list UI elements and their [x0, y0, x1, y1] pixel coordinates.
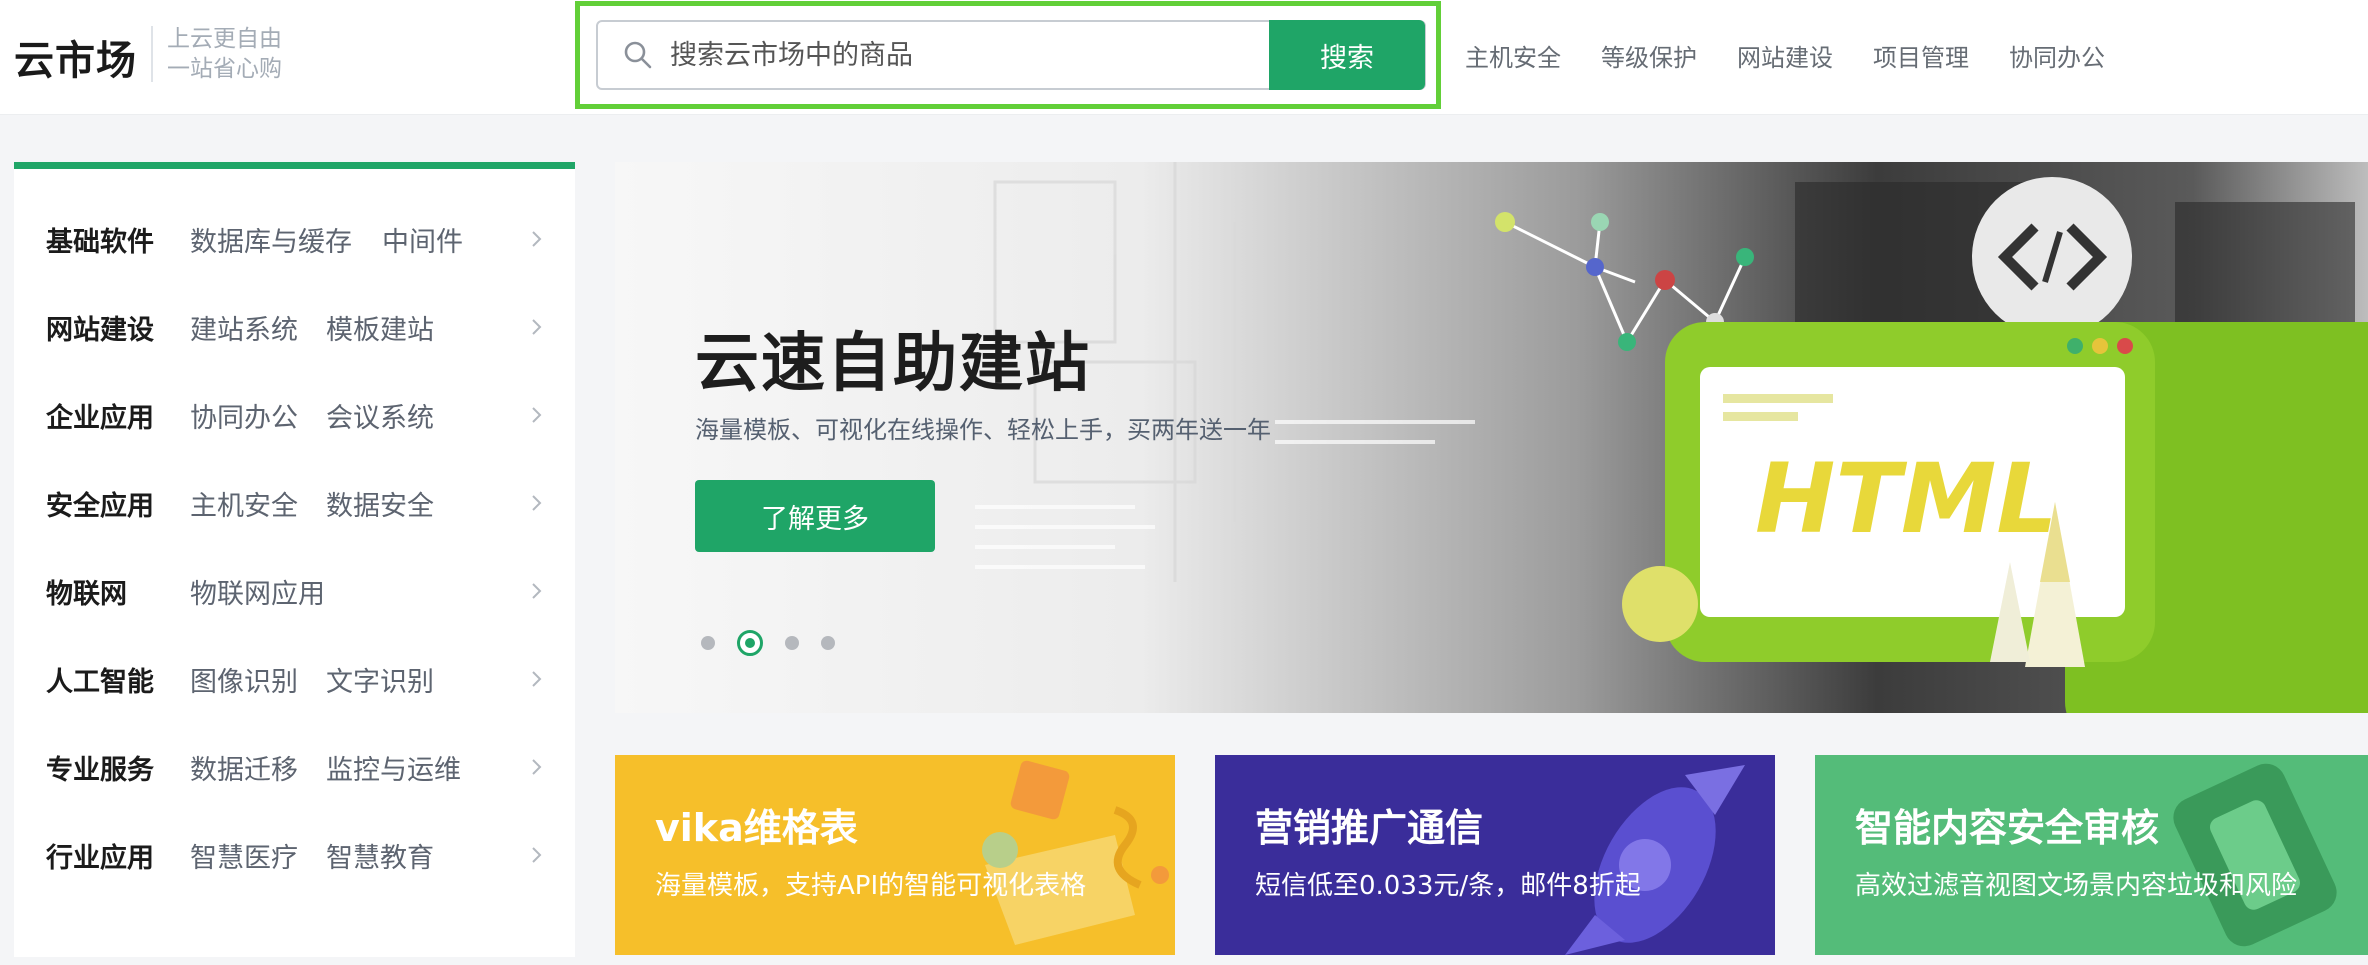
category-link[interactable]: 文字识别	[326, 660, 434, 699]
chevron-right-icon	[532, 583, 542, 599]
shield-icon	[2173, 763, 2337, 947]
logo[interactable]: 云市场	[14, 28, 137, 86]
category-link[interactable]: 智慧医疗	[190, 836, 298, 875]
category-title[interactable]: 安全应用	[46, 484, 154, 523]
top-nav-project-management[interactable]: 项目管理	[1873, 38, 1969, 73]
category-row-basic-software[interactable]: 基础软件 数据库与缓存 中间件	[14, 195, 575, 283]
promo-card-content-audit[interactable]: 智能内容安全审核 高效过滤音视图文场景内容垃圾和风险	[1815, 755, 2368, 955]
category-link[interactable]: 物联网应用	[190, 572, 325, 611]
chevron-right-icon	[532, 671, 542, 687]
promo-desc: 高效过滤音视图文场景内容垃圾和风险	[1855, 871, 2298, 901]
chevron-right-icon	[532, 231, 542, 247]
banner-title: 云速自助建站	[695, 327, 1091, 401]
category-link[interactable]: 数据库与缓存	[190, 220, 352, 259]
category-title[interactable]: 基础软件	[46, 220, 154, 259]
category-link[interactable]: 智慧教育	[326, 836, 434, 875]
promo-card-vika[interactable]: vika维格表 海量模板，支持API的智能可视化表格	[615, 755, 1175, 955]
category-link[interactable]: 数据迁移	[190, 748, 298, 787]
carousel-dot[interactable]	[821, 636, 835, 650]
carousel-dot-active[interactable]	[737, 630, 763, 656]
category-row-iot[interactable]: 物联网 物联网应用	[14, 547, 575, 635]
category-row-security[interactable]: 安全应用 主机安全 数据安全	[14, 459, 575, 547]
category-link[interactable]: 模板建站	[326, 308, 434, 347]
promo-title: 营销推广通信	[1255, 806, 1484, 850]
promo-card-marketing[interactable]: 营销推广通信 短信低至0.033元/条，邮件8折起	[1215, 755, 1775, 955]
banner-subtitle: 海量模板、可视化在线操作、轻松上手，买两年送一年	[695, 416, 1271, 444]
category-row-enterprise[interactable]: 企业应用 协同办公 会议系统	[14, 371, 575, 459]
top-nav-website-building[interactable]: 网站建设	[1737, 38, 1833, 73]
category-link[interactable]: 主机安全	[190, 484, 298, 523]
top-nav-collaboration[interactable]: 协同办公	[2009, 38, 2105, 73]
category-row-ai[interactable]: 人工智能 图像识别 文字识别	[14, 635, 575, 723]
chevron-right-icon	[532, 407, 542, 423]
logo-divider	[151, 26, 153, 82]
learn-more-button[interactable]: 了解更多	[695, 480, 935, 552]
top-nav: 主机安全 等级保护 网站建设 项目管理 协同办公	[1465, 38, 2105, 73]
slogan: 上云更自由 一站省心购	[167, 24, 282, 84]
promo-desc: 短信低至0.033元/条，邮件8折起	[1255, 871, 1641, 901]
slogan-line-2: 一站省心购	[167, 56, 282, 82]
chevron-right-icon	[532, 847, 542, 863]
category-title[interactable]: 人工智能	[46, 660, 154, 699]
category-link[interactable]: 中间件	[382, 220, 463, 259]
slogan-line-1: 上云更自由	[167, 26, 282, 52]
promo-title: vika维格表	[655, 806, 858, 850]
search-button[interactable]: 搜索	[1269, 20, 1425, 90]
search-input[interactable]	[670, 30, 1230, 80]
category-link[interactable]: 建站系统	[190, 308, 298, 347]
category-link[interactable]: 图像识别	[190, 660, 298, 699]
category-link[interactable]: 协同办公	[190, 396, 298, 435]
category-panel: 基础软件 数据库与缓存 中间件 网站建设 建站系统 模板建站 企业应用 协同办公…	[14, 162, 575, 957]
top-nav-host-security[interactable]: 主机安全	[1465, 38, 1561, 73]
category-link[interactable]: 会议系统	[326, 396, 434, 435]
top-nav-level-protection[interactable]: 等级保护	[1601, 38, 1697, 73]
category-title[interactable]: 网站建设	[46, 308, 154, 347]
category-row-professional[interactable]: 专业服务 数据迁移 监控与运维	[14, 723, 575, 811]
carousel-dots	[701, 630, 835, 656]
category-title[interactable]: 专业服务	[46, 748, 154, 787]
header: 云市场 上云更自由 一站省心购 搜索 主机安全 等级保护 网站建设 项目管理 协…	[0, 0, 2368, 115]
category-title[interactable]: 企业应用	[46, 396, 154, 435]
category-link[interactable]: 数据安全	[326, 484, 434, 523]
chevron-right-icon	[532, 759, 542, 775]
hero-banner[interactable]: HTML 云速自助建站 海量模板、可视化在线操作、轻松上手，买两年送一年 了解更…	[615, 162, 2368, 713]
rocket-icon	[1565, 765, 1745, 955]
promo-desc: 海量模板，支持API的智能可视化表格	[655, 871, 1087, 901]
carousel-dot[interactable]	[701, 636, 715, 650]
category-title[interactable]: 物联网	[46, 572, 127, 611]
carousel-dot[interactable]	[785, 636, 799, 650]
category-title[interactable]: 行业应用	[46, 836, 154, 875]
search-icon	[624, 41, 652, 69]
promo-vika-illustration	[982, 760, 1169, 945]
promo-title: 智能内容安全审核	[1855, 806, 2160, 850]
category-row-website[interactable]: 网站建设 建站系统 模板建站	[14, 283, 575, 371]
category-row-industry[interactable]: 行业应用 智慧医疗 智慧教育	[14, 811, 575, 899]
banner-art-text: HTML	[1755, 443, 2058, 555]
category-link[interactable]: 监控与运维	[326, 748, 461, 787]
chevron-right-icon	[532, 495, 542, 511]
chevron-right-icon	[532, 319, 542, 335]
